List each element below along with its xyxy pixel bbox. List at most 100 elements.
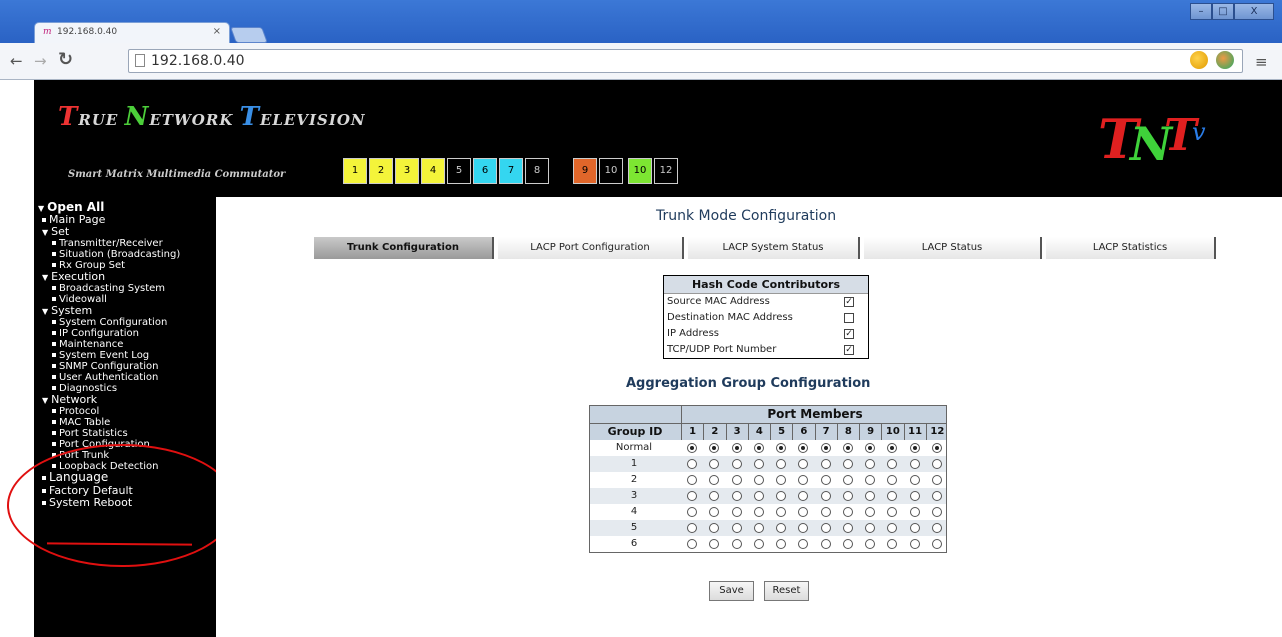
port-member-radio[interactable] [753, 539, 764, 549]
reset-button[interactable]: Reset [764, 581, 809, 601]
port-member-radio[interactable] [776, 523, 787, 533]
browser-tab[interactable]: m 192.168.0.40 × [34, 22, 230, 43]
address-url[interactable]: 192.168.0.40 [151, 53, 245, 69]
back-arrow-icon[interactable]: ← [10, 52, 23, 70]
port-member-radio[interactable] [776, 507, 787, 517]
port-member-radio[interactable] [909, 491, 920, 501]
sidebar-item[interactable]: Language [42, 471, 108, 484]
port-member-radio[interactable] [687, 459, 698, 469]
hash-checkbox[interactable]: ✓ [844, 329, 854, 339]
port-member-radio[interactable] [887, 507, 898, 517]
port-member-radio[interactable] [842, 507, 853, 517]
port-member-radio[interactable] [887, 443, 898, 453]
port-member-radio[interactable] [798, 507, 809, 517]
port-member-radio[interactable] [931, 523, 942, 533]
port-member-radio[interactable] [753, 507, 764, 517]
port-member-radio[interactable] [842, 443, 853, 453]
port-member-radio[interactable] [709, 491, 720, 501]
port-member-radio[interactable] [865, 459, 876, 469]
port-member-radio[interactable] [931, 443, 942, 453]
forward-arrow-icon[interactable]: → [34, 52, 47, 70]
port-member-radio[interactable] [820, 539, 831, 549]
tab-lacp-system-status[interactable]: LACP System Status [688, 237, 860, 259]
new-tab-button[interactable] [230, 27, 268, 43]
port-member-radio[interactable] [731, 475, 742, 485]
port-member-radio[interactable] [687, 443, 698, 453]
port-member-radio[interactable] [931, 491, 942, 501]
port-member-radio[interactable] [731, 443, 742, 453]
port-member-radio[interactable] [687, 539, 698, 549]
port-member-radio[interactable] [798, 443, 809, 453]
port-member-radio[interactable] [709, 459, 720, 469]
port-member-radio[interactable] [798, 539, 809, 549]
port-member-radio[interactable] [931, 459, 942, 469]
hash-checkbox[interactable]: ✓ [844, 297, 854, 307]
port-member-radio[interactable] [820, 491, 831, 501]
port-member-radio[interactable] [731, 523, 742, 533]
port-member-radio[interactable] [909, 459, 920, 469]
port-member-radio[interactable] [931, 539, 942, 549]
port-member-radio[interactable] [820, 443, 831, 453]
port-member-radio[interactable] [776, 459, 787, 469]
reload-icon[interactable]: ↻ [58, 49, 73, 70]
close-window-button[interactable]: X [1234, 3, 1274, 20]
port-member-radio[interactable] [842, 539, 853, 549]
port-member-radio[interactable] [931, 475, 942, 485]
port-member-radio[interactable] [865, 507, 876, 517]
port-member-radio[interactable] [865, 523, 876, 533]
port-member-radio[interactable] [820, 507, 831, 517]
port-member-radio[interactable] [887, 539, 898, 549]
port-member-radio[interactable] [909, 475, 920, 485]
port-member-radio[interactable] [798, 491, 809, 501]
port-member-radio[interactable] [909, 443, 920, 453]
address-bar[interactable]: 192.168.0.40 ☆ [128, 49, 1243, 73]
port-member-radio[interactable] [798, 475, 809, 485]
port-member-radio[interactable] [909, 523, 920, 533]
port-member-radio[interactable] [865, 475, 876, 485]
port-member-radio[interactable] [798, 459, 809, 469]
port-member-radio[interactable] [776, 491, 787, 501]
tab-lacp-status[interactable]: LACP Status [864, 237, 1042, 259]
port-member-radio[interactable] [753, 475, 764, 485]
save-button[interactable]: Save [709, 581, 754, 601]
sidebar-item[interactable]: System Reboot [42, 496, 132, 509]
tab-trunk-configuration[interactable]: Trunk Configuration [314, 237, 494, 259]
port-member-radio[interactable] [776, 443, 787, 453]
port-member-radio[interactable] [909, 507, 920, 517]
menu-icon[interactable]: ≡ [1255, 53, 1268, 71]
port-member-radio[interactable] [842, 523, 853, 533]
port-member-radio[interactable] [820, 475, 831, 485]
port-member-radio[interactable] [798, 523, 809, 533]
port-member-radio[interactable] [709, 523, 720, 533]
port-member-radio[interactable] [865, 539, 876, 549]
tab-lacp-statistics[interactable]: LACP Statistics [1046, 237, 1216, 259]
port-member-radio[interactable] [731, 459, 742, 469]
port-member-radio[interactable] [776, 539, 787, 549]
tab-lacp-port-configuration[interactable]: LACP Port Configuration [498, 237, 684, 259]
port-member-radio[interactable] [753, 491, 764, 501]
port-member-radio[interactable] [842, 459, 853, 469]
hash-checkbox[interactable]: ✓ [844, 345, 854, 355]
port-member-radio[interactable] [842, 491, 853, 501]
port-member-radio[interactable] [820, 459, 831, 469]
port-member-radio[interactable] [709, 443, 720, 453]
hash-checkbox[interactable] [844, 313, 854, 323]
port-member-radio[interactable] [820, 523, 831, 533]
port-member-radio[interactable] [753, 459, 764, 469]
extension-icon[interactable] [1190, 51, 1208, 69]
port-member-radio[interactable] [753, 523, 764, 533]
port-member-radio[interactable] [687, 507, 698, 517]
port-member-radio[interactable] [887, 459, 898, 469]
port-member-radio[interactable] [709, 539, 720, 549]
tab-close-icon[interactable]: × [213, 26, 221, 37]
port-member-radio[interactable] [842, 475, 853, 485]
port-member-radio[interactable] [731, 507, 742, 517]
port-member-radio[interactable] [865, 443, 876, 453]
extension-icon[interactable] [1216, 51, 1234, 69]
port-member-radio[interactable] [731, 491, 742, 501]
port-member-radio[interactable] [687, 523, 698, 533]
port-member-radio[interactable] [687, 475, 698, 485]
port-member-radio[interactable] [887, 523, 898, 533]
port-member-radio[interactable] [931, 507, 942, 517]
maximize-button[interactable]: □ [1212, 3, 1234, 20]
